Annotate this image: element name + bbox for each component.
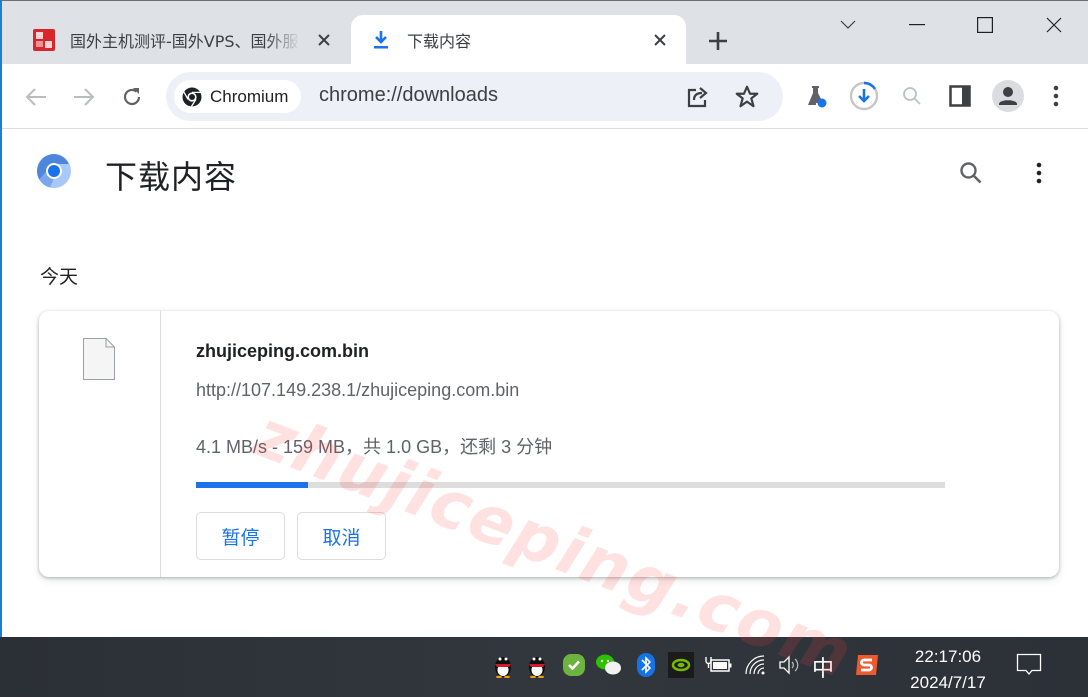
ime-mode-indicator[interactable]: 中 — [812, 651, 834, 683]
download-item: zhujiceping.com.bin http://107.149.238.1… — [39, 311, 1059, 577]
download-icon — [369, 28, 393, 52]
share-icon — [687, 87, 708, 108]
search-downloads-button[interactable] — [954, 156, 988, 190]
taskbar-clock[interactable]: 22:17:06 2024/7/17 — [898, 644, 998, 696]
file-icon — [83, 338, 115, 384]
labs-button[interactable] — [798, 78, 834, 114]
volume-tray-icon[interactable] — [774, 650, 804, 680]
new-tab-button[interactable] — [700, 25, 736, 57]
download-progress-fill — [196, 482, 308, 488]
notification-center-button[interactable] — [1014, 650, 1044, 680]
taskbar: 中 22:17:06 2024/7/17 — [0, 637, 1088, 697]
site-chip-label: Chromium — [210, 86, 289, 106]
tab-title: 下载内容 — [407, 32, 472, 51]
arrow-right-icon — [74, 88, 95, 106]
avatar-icon — [992, 80, 1024, 112]
wifi-tray-icon[interactable] — [741, 650, 771, 680]
tab-close-icon[interactable] — [312, 28, 336, 52]
flask-icon — [808, 86, 827, 108]
side-panel-icon — [949, 85, 971, 107]
page-title: 下载内容 — [105, 158, 238, 196]
file-source-url[interactable]: http://107.149.238.1/zhujiceping.com.bin — [196, 380, 519, 401]
toolbar: Chromium chrome://downloads — [0, 64, 1088, 129]
downloads-button[interactable] — [846, 78, 882, 114]
reload-icon — [123, 88, 141, 106]
arrow-left-icon — [25, 88, 46, 106]
chromium-icon — [182, 87, 202, 107]
nvidia-tray-icon[interactable] — [666, 650, 696, 680]
search-icon — [960, 162, 982, 184]
tab-downloads[interactable]: 下载内容 — [351, 15, 686, 65]
forward-button[interactable] — [67, 80, 101, 114]
back-button[interactable] — [19, 80, 53, 114]
card-divider — [160, 311, 161, 577]
chevron-down-icon — [840, 20, 856, 29]
maximize-icon — [977, 17, 993, 33]
profile-button[interactable] — [990, 78, 1026, 114]
url-text[interactable]: chrome://downloads — [319, 84, 498, 107]
more-vertical-icon — [1036, 162, 1042, 184]
sogou-ime-tray-icon[interactable] — [852, 650, 882, 680]
pause-button[interactable]: 暂停 — [196, 512, 285, 560]
cancel-button[interactable]: 取消 — [297, 512, 386, 560]
bluetooth-tray-icon[interactable] — [631, 650, 661, 680]
battery-tray-icon[interactable] — [703, 650, 733, 680]
security-check-tray-icon[interactable] — [559, 650, 589, 680]
downloads-menu-button[interactable] — [1022, 156, 1056, 190]
maximize-button[interactable] — [962, 9, 1008, 41]
search-icon — [903, 87, 921, 105]
notification-icon — [1016, 653, 1042, 675]
reload-button[interactable] — [115, 80, 149, 114]
qq-tray-icon[interactable] — [488, 650, 518, 680]
chrome-menu-button[interactable] — [1038, 78, 1074, 114]
chromium-logo-icon — [36, 153, 72, 193]
address-bar[interactable]: Chromium chrome://downloads — [166, 72, 783, 121]
download-status: 4.1 MB/s - 159 MB，共 1.0 GB，还剩 3 分钟 — [196, 437, 553, 457]
share-button[interactable] — [683, 82, 713, 112]
zoom-search-button[interactable] — [894, 78, 930, 114]
site-info-chip[interactable]: Chromium — [174, 80, 302, 113]
tab-title: 国外主机测评-国外VPS、国外服务器 — [70, 32, 300, 51]
bookmark-button[interactable] — [732, 82, 762, 112]
site-seal-favicon-icon — [32, 28, 56, 52]
star-icon — [735, 85, 759, 108]
minimize-button[interactable] — [894, 9, 940, 41]
downloads-page: 下载内容 今天 zhujiceping.com.bin http://107.1… — [2, 130, 1088, 694]
clock-date: 2024/7/17 — [910, 673, 986, 692]
qq-tray-icon-2[interactable] — [522, 650, 552, 680]
close-icon — [1046, 17, 1062, 33]
tab-close-icon[interactable] — [648, 28, 672, 52]
download-progress-bar — [196, 482, 945, 488]
minimize-icon — [909, 24, 925, 26]
side-panel-button[interactable] — [942, 78, 978, 114]
wechat-tray-icon[interactable] — [594, 650, 624, 680]
tab-search-button[interactable] — [825, 9, 871, 41]
tab-strip: 国外主机测评-国外VPS、国外服务器 下载内容 — [0, 0, 1088, 65]
file-name-link[interactable]: zhujiceping.com.bin — [196, 341, 369, 362]
download-progress-icon — [849, 81, 879, 111]
plus-icon — [709, 32, 727, 50]
window-border — [0, 0, 2, 637]
more-vertical-icon — [1053, 85, 1059, 107]
tab-zhujiceping[interactable]: 国外主机测评-国外VPS、国外服务器 — [14, 15, 350, 65]
clock-time: 22:17:06 — [914, 647, 982, 666]
close-window-button[interactable] — [1031, 9, 1077, 41]
date-section-header: 今天 — [40, 266, 79, 288]
